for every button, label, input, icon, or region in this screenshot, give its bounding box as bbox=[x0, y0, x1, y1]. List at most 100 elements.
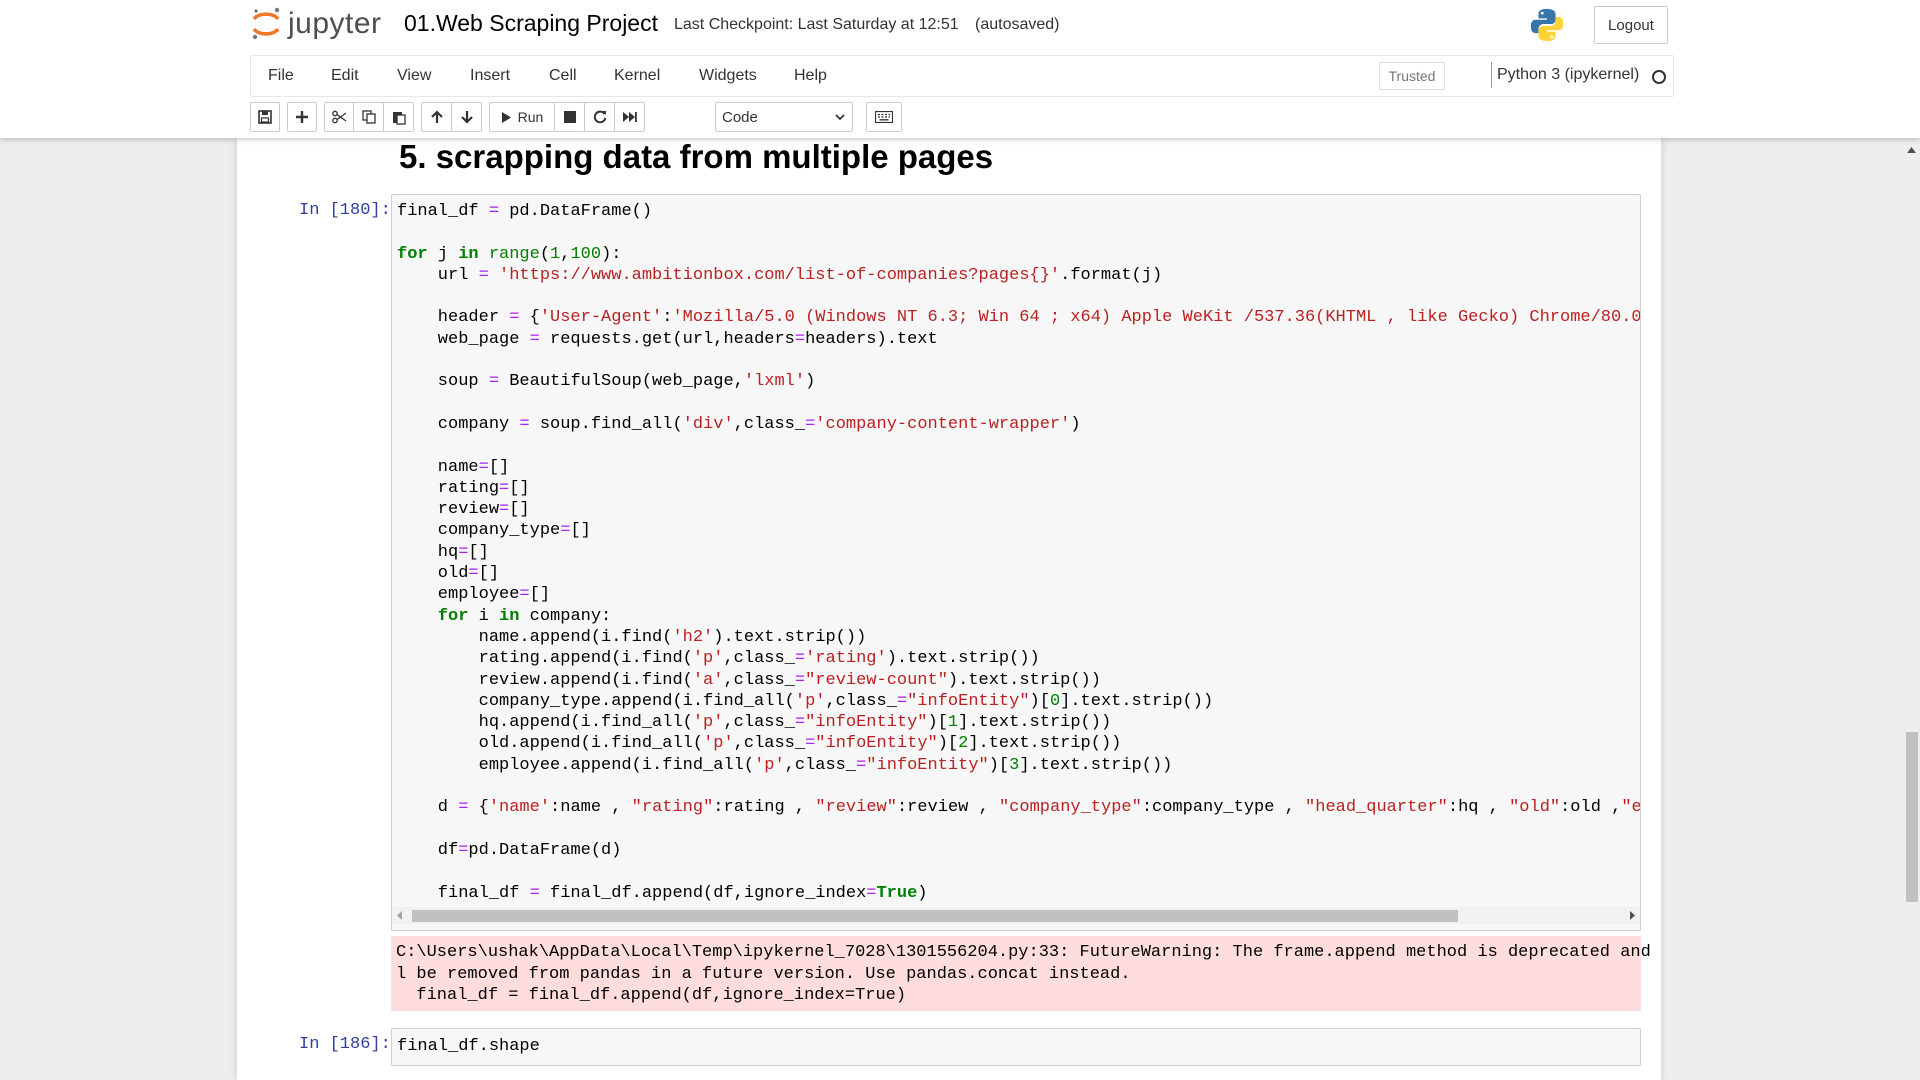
cell-type-select[interactable]: Code bbox=[715, 102, 853, 132]
kernel-name[interactable]: Python 3 (ipykernel) bbox=[1497, 66, 1639, 84]
code-line: old.append(i.find_all('p',class_="infoEn… bbox=[397, 734, 1122, 754]
save-button[interactable] bbox=[250, 102, 280, 132]
last-checkpoint: Last Checkpoint: Last Saturday at 12:51 bbox=[674, 16, 959, 33]
run-button[interactable]: Run bbox=[489, 102, 555, 132]
save-icon bbox=[258, 110, 272, 124]
kernel-divider bbox=[1491, 62, 1492, 88]
chevron-down-icon bbox=[835, 114, 845, 121]
input-prompt: In [180]: bbox=[299, 201, 391, 220]
scroll-up-icon bbox=[1907, 147, 1916, 153]
code-line: for j in range(1,100): bbox=[397, 244, 622, 264]
code-line: name.append(i.find('h2').text.strip()) bbox=[397, 627, 867, 647]
move-down-button[interactable] bbox=[451, 102, 482, 132]
notebook-container: 5. scrapping data from multiple pages In… bbox=[237, 138, 1661, 1080]
stderr-line: final_df = final_df.append(df,ignore_ind… bbox=[396, 986, 907, 1005]
menu-kernel[interactable]: Kernel bbox=[614, 67, 660, 85]
code-line: d = {'name':name , "rating":rating , "re… bbox=[397, 798, 1641, 818]
code-line: df=pd.DataFrame(d) bbox=[397, 840, 622, 860]
paste-button[interactable] bbox=[383, 102, 414, 132]
code-line: soup = BeautifulSoup(web_page,'lxml') bbox=[397, 372, 816, 392]
scroll-left-icon bbox=[397, 911, 402, 920]
code-line: hq=[] bbox=[397, 542, 489, 562]
input-prompt: In [186]: bbox=[299, 1035, 391, 1054]
code-line: old=[] bbox=[397, 564, 500, 584]
plus-icon bbox=[296, 111, 308, 123]
autosave-status: (autosaved) bbox=[975, 16, 1060, 33]
arrow-down-icon bbox=[460, 111, 473, 124]
code-line: review.append(i.find('a',class_="review-… bbox=[397, 670, 1101, 690]
code-line: review=[] bbox=[397, 500, 530, 520]
code-line: company = soup.find_all('div',class_='co… bbox=[397, 414, 1081, 434]
code-line: url = 'https://www.ambitionbox.com/list-… bbox=[397, 265, 1163, 285]
menu-file[interactable]: File bbox=[268, 67, 294, 85]
menubar: File Edit View Insert Cell Kernel Widget… bbox=[250, 55, 1674, 97]
keyboard-icon bbox=[875, 111, 893, 123]
code-line: employee=[] bbox=[397, 585, 551, 605]
interrupt-button[interactable] bbox=[554, 102, 585, 132]
toolbar: Run Code bbox=[250, 102, 1672, 134]
scroll-right-icon bbox=[1630, 911, 1635, 920]
code-cell-input[interactable]: final_df = pd.DataFrame() for j in range… bbox=[391, 194, 1641, 931]
code-line: company_type.append(i.find_all('p',class… bbox=[397, 691, 1214, 711]
code-line: final_df = final_df.append(df,ignore_ind… bbox=[397, 883, 928, 903]
run-icon bbox=[501, 111, 511, 123]
stderr-line: C:\Users\ushak\AppData\Local\Temp\ipyker… bbox=[396, 943, 1661, 962]
menu-widgets[interactable]: Widgets bbox=[699, 67, 757, 85]
paste-icon bbox=[392, 111, 406, 125]
copy-icon bbox=[361, 110, 376, 124]
code-line: rating.append(i.find('p',class_='rating'… bbox=[397, 649, 1040, 669]
cell-output-stderr: C:\Users\ushak\AppData\Local\Temp\ipyker… bbox=[391, 936, 1661, 1011]
kernel-idle-icon bbox=[1652, 70, 1666, 84]
horizontal-scrollbar[interactable] bbox=[392, 907, 1640, 924]
copy-button[interactable] bbox=[353, 102, 384, 132]
menu-cell[interactable]: Cell bbox=[549, 67, 577, 85]
header: jupyter 01.Web Scraping Project Last Che… bbox=[0, 0, 1920, 138]
jupyter-logo-icon bbox=[252, 7, 280, 40]
menu-insert[interactable]: Insert bbox=[470, 67, 510, 85]
python-logo-icon bbox=[1530, 8, 1564, 42]
restart-run-all-button[interactable] bbox=[614, 102, 645, 132]
logout-button[interactable]: Logout bbox=[1594, 6, 1668, 44]
menu-view[interactable]: View bbox=[397, 67, 431, 85]
horizontal-scrollbar-thumb[interactable] bbox=[412, 910, 1458, 922]
code-line: final_df.shape bbox=[397, 1037, 540, 1056]
menu-help[interactable]: Help bbox=[794, 67, 827, 85]
restart-icon bbox=[593, 110, 606, 124]
logo-text: jupyter bbox=[288, 7, 382, 40]
code-line: rating=[] bbox=[397, 478, 530, 498]
cut-icon bbox=[331, 110, 346, 124]
notebook-name[interactable]: 01.Web Scraping Project bbox=[404, 10, 658, 37]
run-label: Run bbox=[517, 109, 544, 125]
fast-forward-icon bbox=[623, 112, 637, 122]
code-line: employee.append(i.find_all('p',class_="i… bbox=[397, 755, 1173, 775]
code-line: company_type=[] bbox=[397, 521, 591, 541]
insert-cell-button[interactable] bbox=[287, 102, 317, 132]
code-line: header = {'User-Agent':'Mozilla/5.0 (Win… bbox=[397, 308, 1641, 328]
cut-button[interactable] bbox=[324, 102, 354, 132]
code-line: for i in company: bbox=[437, 606, 612, 626]
command-palette-button[interactable] bbox=[866, 102, 902, 132]
markdown-heading[interactable]: 5. scrapping data from multiple pages bbox=[399, 138, 993, 176]
code-cell-input[interactable]: final_df.shape bbox=[391, 1028, 1641, 1066]
jupyter-logo[interactable]: jupyter bbox=[250, 6, 382, 42]
code-editor[interactable]: final_df = pd.DataFrame() for j in range… bbox=[397, 201, 1641, 904]
restart-button[interactable] bbox=[584, 102, 615, 132]
move-up-button[interactable] bbox=[421, 102, 452, 132]
menu-edit[interactable]: Edit bbox=[331, 67, 359, 85]
stderr-line: l be removed from pandas in a future ver… bbox=[396, 964, 1131, 984]
arrow-up-icon bbox=[430, 110, 443, 123]
stop-icon bbox=[563, 111, 576, 123]
vertical-scrollbar[interactable] bbox=[1903, 138, 1920, 1080]
vertical-scrollbar-thumb[interactable] bbox=[1906, 732, 1918, 902]
code-line: final_df = pd.DataFrame() bbox=[397, 202, 653, 221]
code-line: web_page = requests.get(url,headers=head… bbox=[397, 329, 938, 349]
trusted-indicator[interactable]: Trusted bbox=[1379, 62, 1445, 90]
